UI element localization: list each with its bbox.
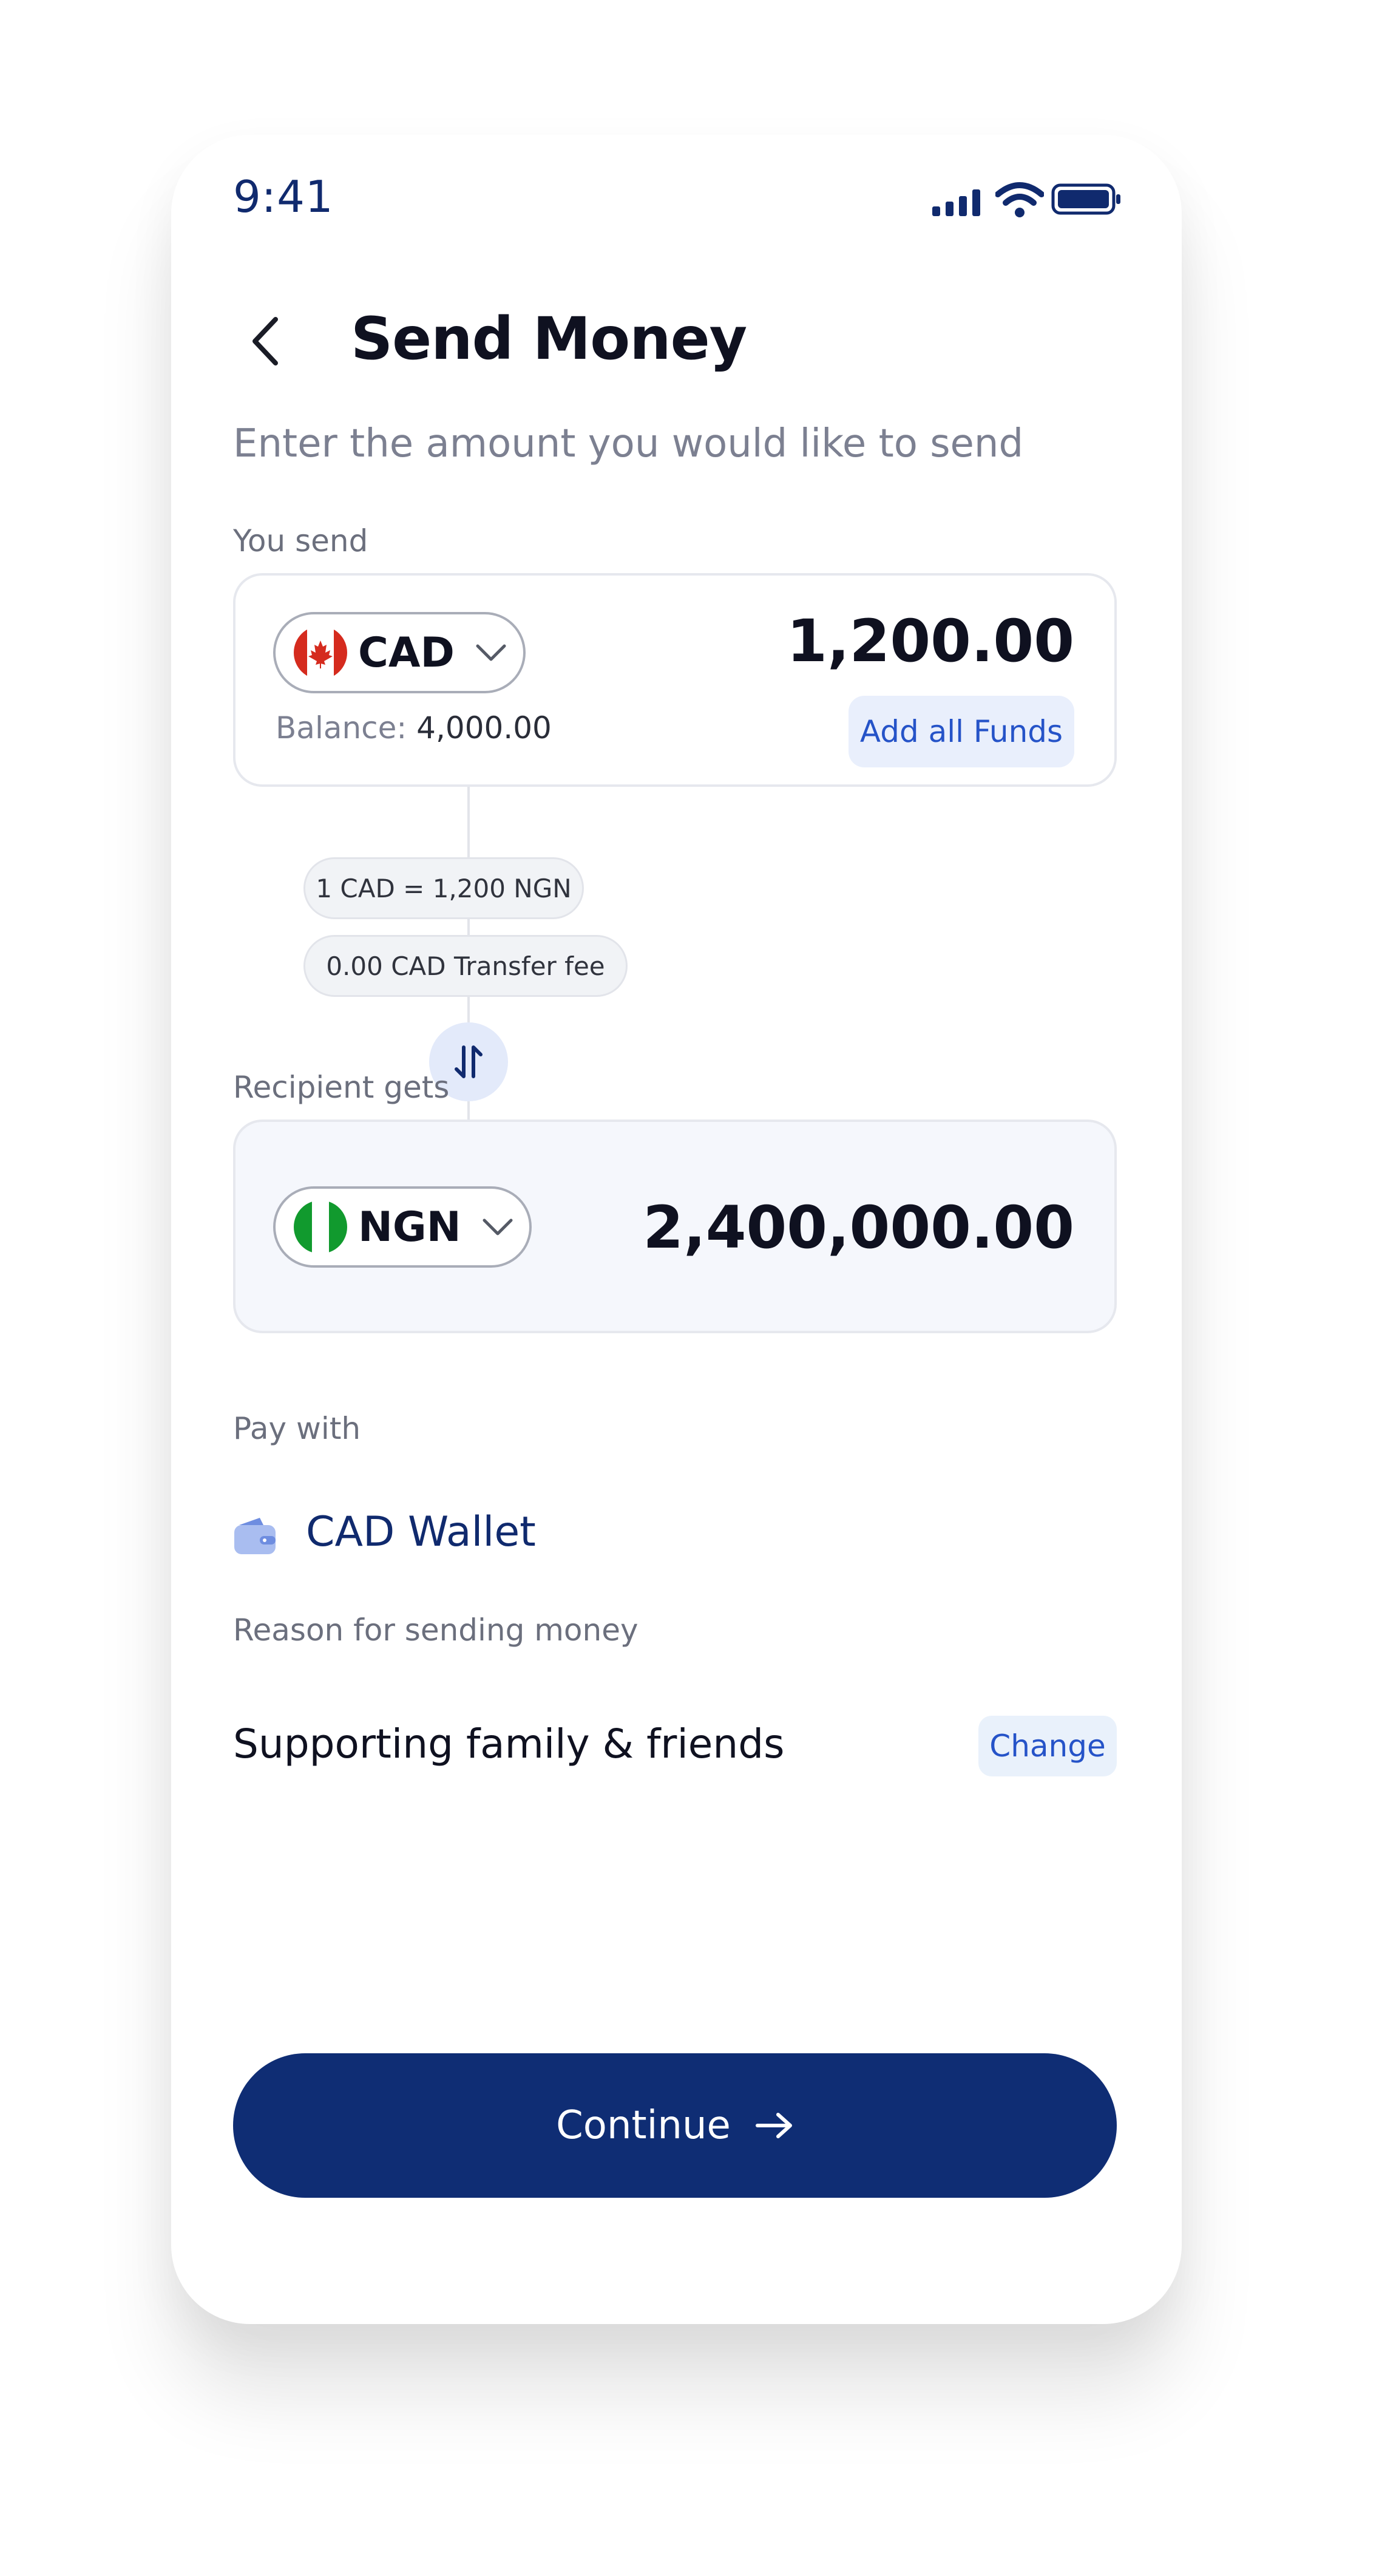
page-subtitle: Enter the amount you would like to send (233, 421, 1024, 466)
continue-button[interactable]: Continue (233, 2053, 1117, 2198)
receive-amount-value: 2,400,000.00 (643, 1194, 1074, 1262)
nigeria-flag-icon (294, 1200, 347, 1254)
signal-icon (932, 188, 981, 216)
pay-with-method[interactable]: CAD Wallet (306, 1508, 536, 1556)
balance-label: Balance: (276, 710, 407, 746)
receive-currency-selector[interactable]: NGN (273, 1186, 532, 1268)
send-currency-selector[interactable]: CAD (273, 612, 526, 693)
receive-currency-code: NGN (358, 1203, 461, 1251)
send-amount-input[interactable]: 1,200.00 (787, 607, 1074, 675)
balance-text: Balance: 4,000.00 (276, 710, 552, 746)
you-send-label: You send (233, 523, 368, 559)
send-currency-code: CAD (358, 628, 455, 677)
exchange-rate-chip: 1 CAD = 1,200 NGN (303, 857, 584, 919)
transfer-fee-chip: 0.00 CAD Transfer fee (303, 935, 628, 997)
balance-value: 4,000.00 (416, 710, 552, 746)
reason-value: Supporting family & friends (233, 1721, 785, 1767)
pay-with-label: Pay with (233, 1411, 361, 1446)
wifi-icon (995, 182, 1044, 217)
receive-amount-card: NGN 2,400,000.00 (233, 1120, 1117, 1333)
status-time: 9:41 (233, 171, 334, 222)
swap-arrows-icon (455, 1045, 483, 1078)
reason-label: Reason for sending money (233, 1613, 639, 1648)
send-amount-card: CAD 1,200.00 Balance: 4,000.00 Add all F… (233, 573, 1117, 787)
back-arrow-icon[interactable] (242, 311, 290, 372)
recipient-gets-label: Recipient gets (233, 1070, 450, 1105)
canada-flag-icon (294, 626, 347, 679)
arrow-right-icon (755, 2113, 792, 2138)
chevron-down-icon (483, 1218, 513, 1235)
wallet-icon (234, 1518, 276, 1554)
chevron-down-icon (476, 644, 506, 661)
page-title: Send Money (351, 305, 747, 373)
continue-label: Continue (556, 2103, 731, 2148)
battery-icon (1051, 183, 1120, 215)
add-all-funds-button[interactable]: Add all Funds (849, 696, 1074, 767)
phone-screen: 9:41 Send Money Enter the amount you wou… (171, 135, 1182, 2324)
change-reason-button[interactable]: Change (978, 1716, 1117, 1776)
